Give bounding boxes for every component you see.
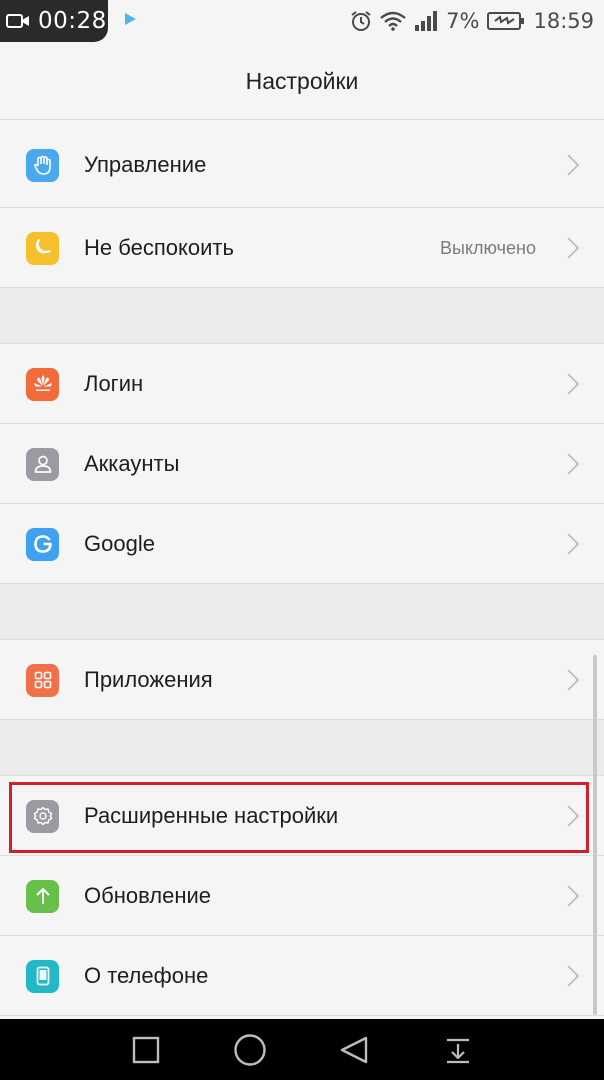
settings-item-google[interactable]: Google: [0, 504, 604, 584]
chevron-right-icon: [567, 965, 580, 987]
settings-item-about[interactable]: О телефоне: [0, 936, 604, 1016]
settings-item-label: Google: [84, 531, 155, 556]
huawei-logo-icon: [26, 367, 59, 401]
chevron-right-icon: [567, 154, 580, 176]
screen-recording-indicator[interactable]: 00:28: [0, 0, 108, 42]
person-icon: [26, 447, 59, 481]
battery-percent: 7%: [446, 9, 480, 33]
clock: 18:59: [533, 9, 594, 33]
hand-icon: [26, 148, 59, 182]
chevron-right-icon: [567, 805, 580, 827]
notification-pull-icon: [447, 1038, 469, 1063]
moon-icon: [26, 231, 59, 265]
settings-item-login[interactable]: Логин: [0, 344, 604, 424]
battery-charging-icon: [487, 12, 525, 30]
settings-item-label: Обновление: [84, 883, 212, 908]
settings-item-label: Логин: [84, 371, 144, 396]
settings-item-apps[interactable]: Приложения: [0, 640, 604, 720]
apps-grid-icon: [26, 663, 59, 697]
chevron-right-icon: [567, 669, 580, 691]
settings-item-dnd[interactable]: Не беспокоить Выключено: [0, 208, 604, 288]
gear-icon: [26, 799, 59, 833]
home-button[interactable]: [230, 1030, 270, 1070]
settings-item-advanced[interactable]: Расширенные настройки: [0, 776, 604, 856]
settings-item-label: Не беспокоить: [84, 235, 234, 260]
navigation-bar: [0, 1019, 604, 1080]
settings-item-label: Управление: [84, 152, 207, 177]
notification-pull-button[interactable]: [438, 1030, 478, 1070]
google-g-icon: [26, 527, 59, 561]
section-divider: [0, 584, 604, 640]
status-icons: 7% 18:59: [350, 6, 594, 36]
page-title: Настройки: [245, 68, 359, 94]
chevron-right-icon: [567, 885, 580, 907]
recents-button[interactable]: [126, 1030, 166, 1070]
signal-icon: [415, 11, 438, 31]
alarm-icon: [351, 11, 371, 31]
arrow-up-icon: [26, 879, 59, 913]
scrollbar[interactable]: [593, 655, 597, 1015]
recording-time: 00:28: [38, 8, 107, 34]
section-divider: [0, 288, 604, 344]
settings-item-control[interactable]: Управление: [0, 122, 604, 208]
dnd-status-value: Выключено: [440, 237, 536, 258]
settings-item-label: Приложения: [84, 667, 213, 692]
settings-item-accounts[interactable]: Аккаунты: [0, 424, 604, 504]
wifi-icon: [380, 11, 406, 31]
header: Настройки: [0, 44, 604, 120]
settings-item-label: Аккаунты: [84, 451, 180, 476]
chevron-right-icon: [567, 533, 580, 555]
section-divider: [0, 720, 604, 776]
back-triangle-icon: [340, 1036, 368, 1063]
home-circle-icon: [234, 1033, 266, 1066]
recents-square-icon: [132, 1036, 160, 1063]
phone-icon: [26, 959, 59, 993]
video-camera-icon: [6, 14, 29, 28]
settings-item-label: Расширенные настройки: [84, 803, 339, 828]
back-button[interactable]: [334, 1030, 374, 1070]
chevron-right-icon: [567, 373, 580, 395]
settings-list: Управление Не беспокоить Выключено Логин…: [0, 122, 604, 1016]
status-bar: 00:28 7% 18:59: [0, 0, 604, 44]
play-icon: [125, 13, 136, 25]
chevron-right-icon: [567, 453, 580, 475]
chevron-right-icon: [567, 237, 580, 259]
settings-item-label: О телефоне: [84, 963, 209, 988]
settings-item-update[interactable]: Обновление: [0, 856, 604, 936]
